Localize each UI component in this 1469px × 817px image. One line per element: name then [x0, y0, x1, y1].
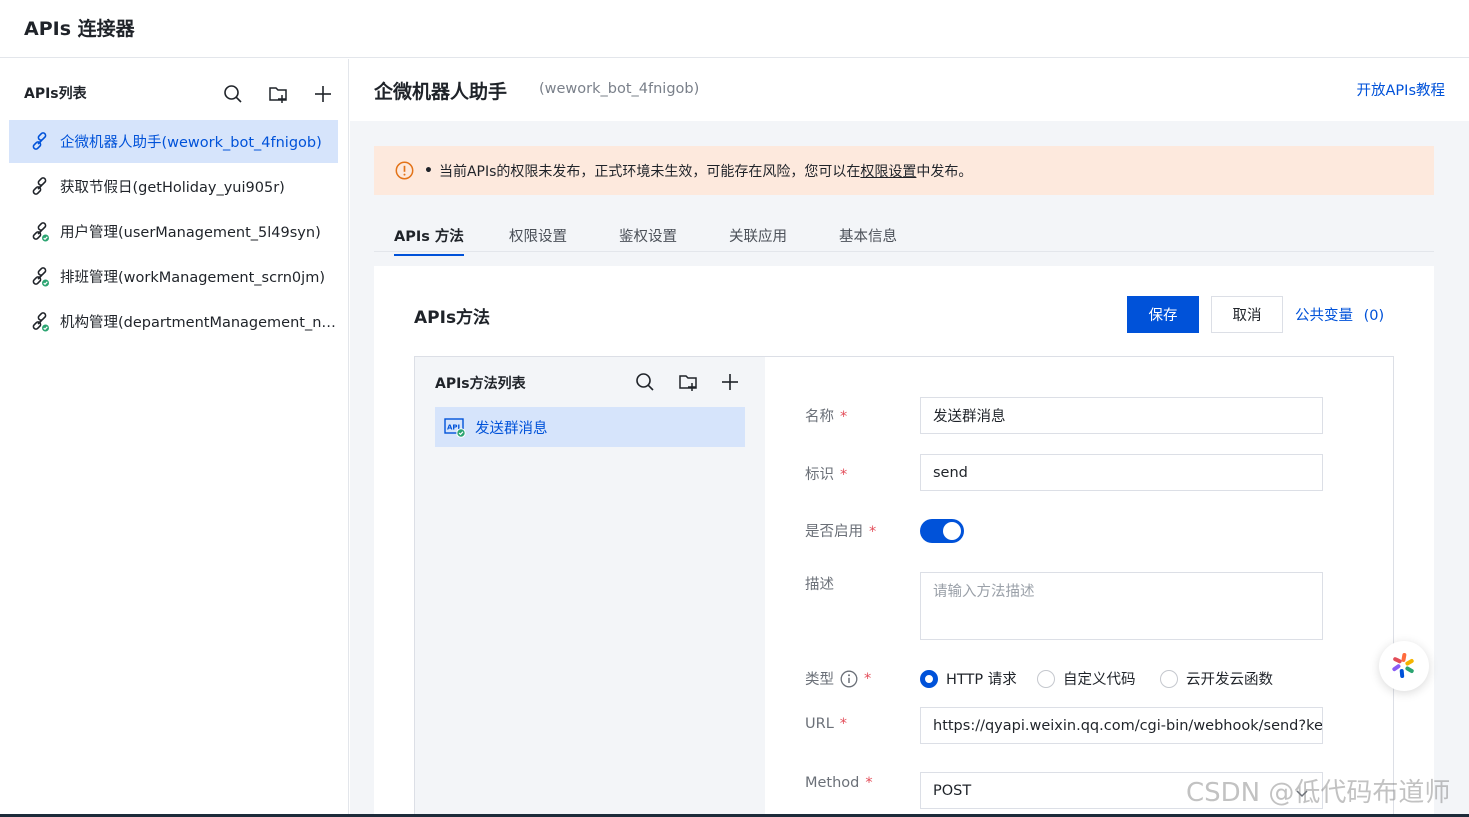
sidebar-item-department-management[interactable]: 机构管理(departmentManagement_n2kt… [9, 300, 338, 343]
add-icon[interactable] [312, 83, 334, 105]
sidebar-item-work-management[interactable]: 排班管理(workManagement_scrn0jm) [9, 255, 338, 298]
public-variables-label: 公共变量 [1295, 308, 1353, 324]
assistant-logo-icon [1389, 651, 1419, 681]
tab-apis-methods[interactable]: APIs 方法 [394, 225, 464, 256]
radio-circle [1160, 669, 1178, 688]
radio-label: 云开发云函数 [1186, 672, 1273, 688]
sidebar-item-label: 获取节假日(getHoliday_yui905r) [60, 180, 285, 196]
sidebar-item-label: 用户管理(userManagement_5l49syn) [60, 225, 321, 241]
add-icon[interactable] [719, 371, 741, 393]
watermark-text: CSDN @低代码布道师 [1186, 778, 1451, 808]
assistant-float-button[interactable] [1379, 641, 1429, 691]
tutorial-link[interactable]: 开放APIs教程 [1357, 79, 1446, 100]
link-icon [29, 131, 51, 153]
sidebar-item-label: 排班管理(workManagement_scrn0jm) [60, 270, 325, 286]
app-header: APIs 连接器 [0, 0, 1469, 58]
api-header: 企微机器人助手 (wework_bot_4fnigob) 开放APIs教程 [350, 59, 1469, 121]
permission-settings-link[interactable]: 权限设置 [860, 161, 916, 181]
method-item-label: 发送群消息 [475, 420, 548, 437]
sidebar-item-wework-bot[interactable]: 企微机器人助手(wework_bot_4fnigob) [9, 120, 338, 163]
method-select-value: POST [933, 782, 972, 799]
method-list-title: APIs方法列表 [435, 376, 526, 392]
search-icon[interactable] [634, 371, 656, 393]
methods-card: APIs方法 保存 取消 公共变量 (0) APIs方法列表 API 发送群消息… [374, 266, 1434, 817]
tab-related-apps[interactable]: 关联应用 [729, 225, 787, 254]
permission-warning-alert: • 当前APIs的权限未发布，正式环境未生效，可能存在风险，您可以在 权限设置 … [374, 146, 1434, 195]
main-content: 企微机器人助手 (wework_bot_4fnigob) 开放APIs教程 • … [350, 59, 1469, 817]
search-icon[interactable] [222, 83, 244, 105]
sidebar-item-user-management[interactable]: 用户管理(userManagement_5l49syn) [9, 210, 338, 253]
api-name: 企微机器人助手 [374, 81, 508, 103]
apis-sidebar: APIs列表 企微机器人助手(wework_bot_4fnigob) 获取节假日… [0, 59, 349, 817]
method-list-panel: APIs方法列表 API 发送群消息 [415, 357, 765, 817]
methods-editor: APIs方法列表 API 发送群消息 名称 * 发送群消息 标识 * send … [414, 356, 1394, 817]
name-input[interactable]: 发送群消息 [920, 397, 1323, 434]
api-code: (wework_bot_4fnigob) [539, 81, 700, 97]
card-title: APIs方法 [414, 308, 491, 328]
type-radio-http[interactable]: HTTP 请求 [920, 668, 1017, 689]
type-radio-custom-code[interactable]: 自定义代码 [1037, 668, 1136, 689]
tab-permission-settings[interactable]: 权限设置 [509, 225, 567, 254]
identifier-label: 标识 * [805, 467, 848, 483]
tab-basic-info[interactable]: 基本信息 [839, 225, 897, 254]
enabled-toggle[interactable] [920, 519, 964, 543]
link-icon [29, 176, 51, 198]
radio-circle [920, 669, 938, 688]
method-form: 名称 * 发送群消息 标识 * send 是否启用 * 描述 请输入方法描述 类型 * [765, 357, 1393, 817]
sidebar-item-label: 企微机器人助手(wework_bot_4fnigob) [60, 135, 322, 151]
name-label: 名称 * [805, 409, 848, 425]
sidebar-item-get-holiday[interactable]: 获取节假日(getHoliday_yui905r) [9, 165, 338, 208]
cancel-button[interactable]: 取消 [1211, 296, 1283, 333]
url-label: URL * [805, 716, 848, 732]
tab-bar: APIs 方法 权限设置 鉴权设置 关联应用 基本信息 [374, 207, 1434, 256]
type-label: 类型 * [805, 670, 872, 688]
alert-bullet: • [424, 162, 433, 179]
identifier-input[interactable]: send [920, 454, 1323, 491]
link-published-icon [29, 221, 51, 243]
url-input[interactable]: https://qyapi.weixin.qq.com/cgi-bin/webh… [920, 707, 1323, 744]
method-item-send-group-message[interactable]: API 发送群消息 [435, 407, 745, 447]
info-icon[interactable] [840, 670, 858, 688]
description-textarea[interactable]: 请输入方法描述 [920, 572, 1323, 640]
save-button[interactable]: 保存 [1127, 296, 1199, 333]
toggle-knob [943, 522, 961, 540]
link-published-icon [29, 266, 51, 288]
tab-auth-settings[interactable]: 鉴权设置 [619, 225, 677, 254]
warning-icon [395, 161, 414, 180]
type-radio-cloud-function[interactable]: 云开发云函数 [1160, 668, 1273, 689]
add-folder-icon[interactable] [267, 83, 289, 105]
link-published-icon [29, 311, 51, 333]
alert-text-end: 中发布。 [916, 163, 973, 180]
radio-label: HTTP 请求 [946, 672, 1017, 688]
public-variables-count: (0) [1363, 308, 1385, 324]
api-method-icon: API [444, 416, 466, 438]
radio-label: 自定义代码 [1063, 672, 1136, 688]
description-label: 描述 [805, 577, 834, 593]
public-variables-link[interactable]: 公共变量 (0) [1295, 304, 1384, 325]
alert-text: 当前APIs的权限未发布，正式环境未生效，可能存在风险，您可以在 [438, 163, 861, 180]
sidebar-title: APIs列表 [24, 86, 87, 102]
add-folder-icon[interactable] [677, 371, 699, 393]
sidebar-item-label: 机构管理(departmentManagement_n2kt… [60, 315, 338, 331]
method-label: Method * [805, 775, 873, 791]
radio-circle [1037, 669, 1055, 688]
enabled-label: 是否启用 * [805, 524, 877, 540]
app-title: APIs 连接器 [24, 18, 135, 40]
